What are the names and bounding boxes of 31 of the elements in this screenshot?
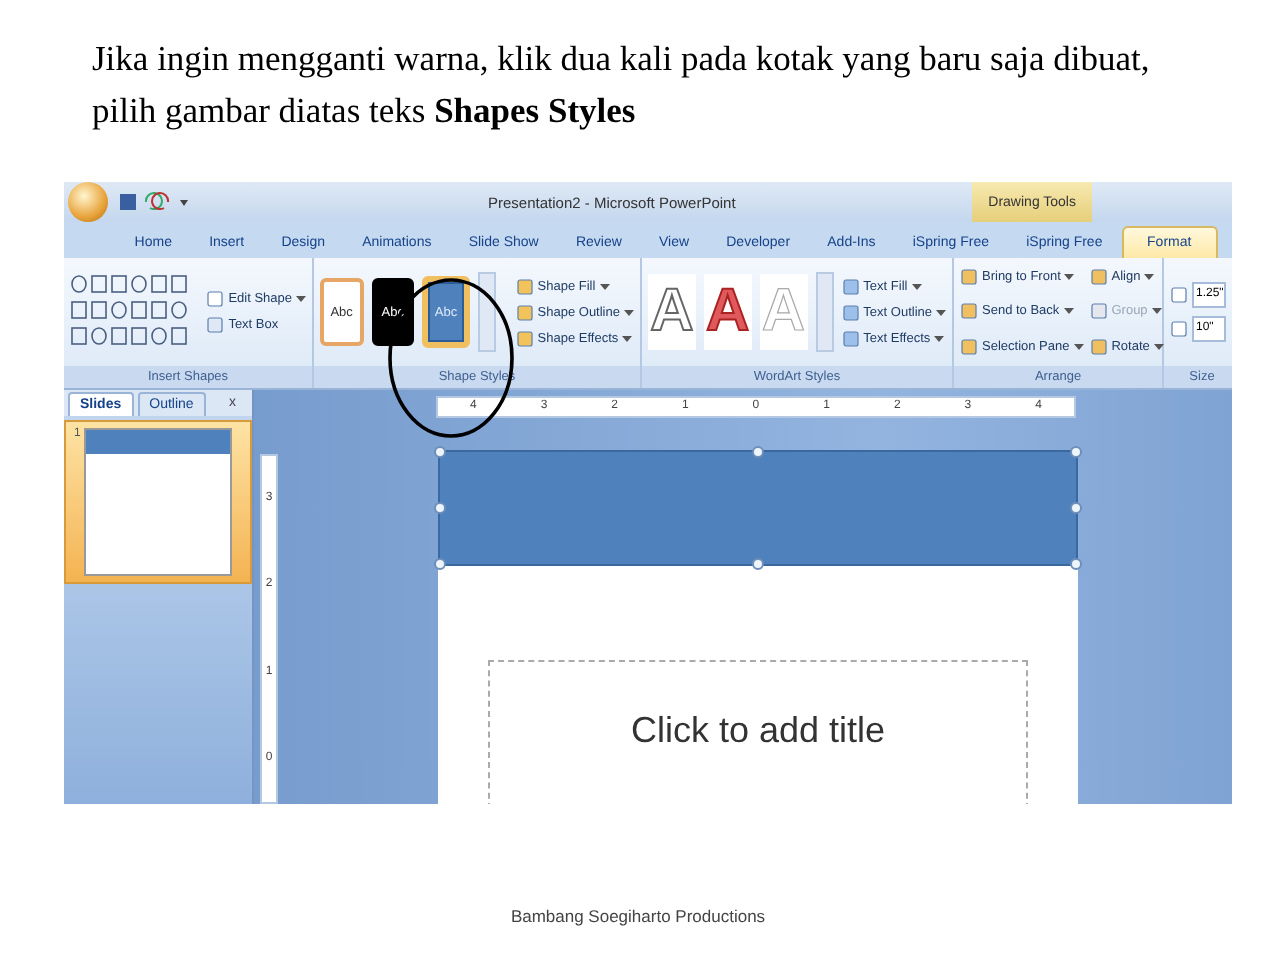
- caret-icon: [936, 309, 946, 315]
- title-placeholder[interactable]: Click to add title: [488, 660, 1028, 804]
- caret-icon: [296, 296, 306, 302]
- caret-icon: [934, 335, 945, 341]
- placeholder-text: Click to add title: [630, 710, 886, 754]
- resize-handle[interactable]: [752, 558, 764, 570]
- gallery-scrollbar[interactable]: [815, 272, 834, 352]
- resize-handle[interactable]: [1070, 558, 1082, 570]
- quick-access-icons[interactable]: [120, 192, 188, 212]
- caret-icon: [622, 335, 633, 341]
- caret-icon: [599, 283, 610, 289]
- wordart-style[interactable]: A: [648, 274, 696, 350]
- caret-icon: [911, 283, 922, 289]
- instruction-text: Jika ingin mengganti warna, klik dua kali pada kotak yang baru saja dibuat, pilih gambar diatas teks Shapes Styles: [92, 36, 1152, 134]
- resize-handle[interactable]: [434, 446, 446, 458]
- resize-handle[interactable]: [434, 558, 446, 570]
- office-button[interactable]: [68, 182, 108, 222]
- caret-icon: [1064, 274, 1075, 281]
- resize-handle[interactable]: [1070, 446, 1082, 458]
- resize-handle[interactable]: [1070, 502, 1082, 514]
- caret-icon: [1144, 274, 1155, 281]
- gallery-scrollbar[interactable]: [477, 272, 496, 352]
- resize-handle[interactable]: [434, 502, 446, 514]
- resize-handle[interactable]: [752, 446, 764, 458]
- wordart-style[interactable]: A: [703, 274, 752, 350]
- caret-icon: [1073, 343, 1084, 350]
- caret-icon: [1153, 343, 1164, 350]
- caret-icon: [623, 309, 634, 315]
- footer-credit: Bambang Soegiharto Productions: [508, 906, 768, 926]
- caret-icon: [1151, 308, 1162, 315]
- caret-icon: [1063, 308, 1074, 315]
